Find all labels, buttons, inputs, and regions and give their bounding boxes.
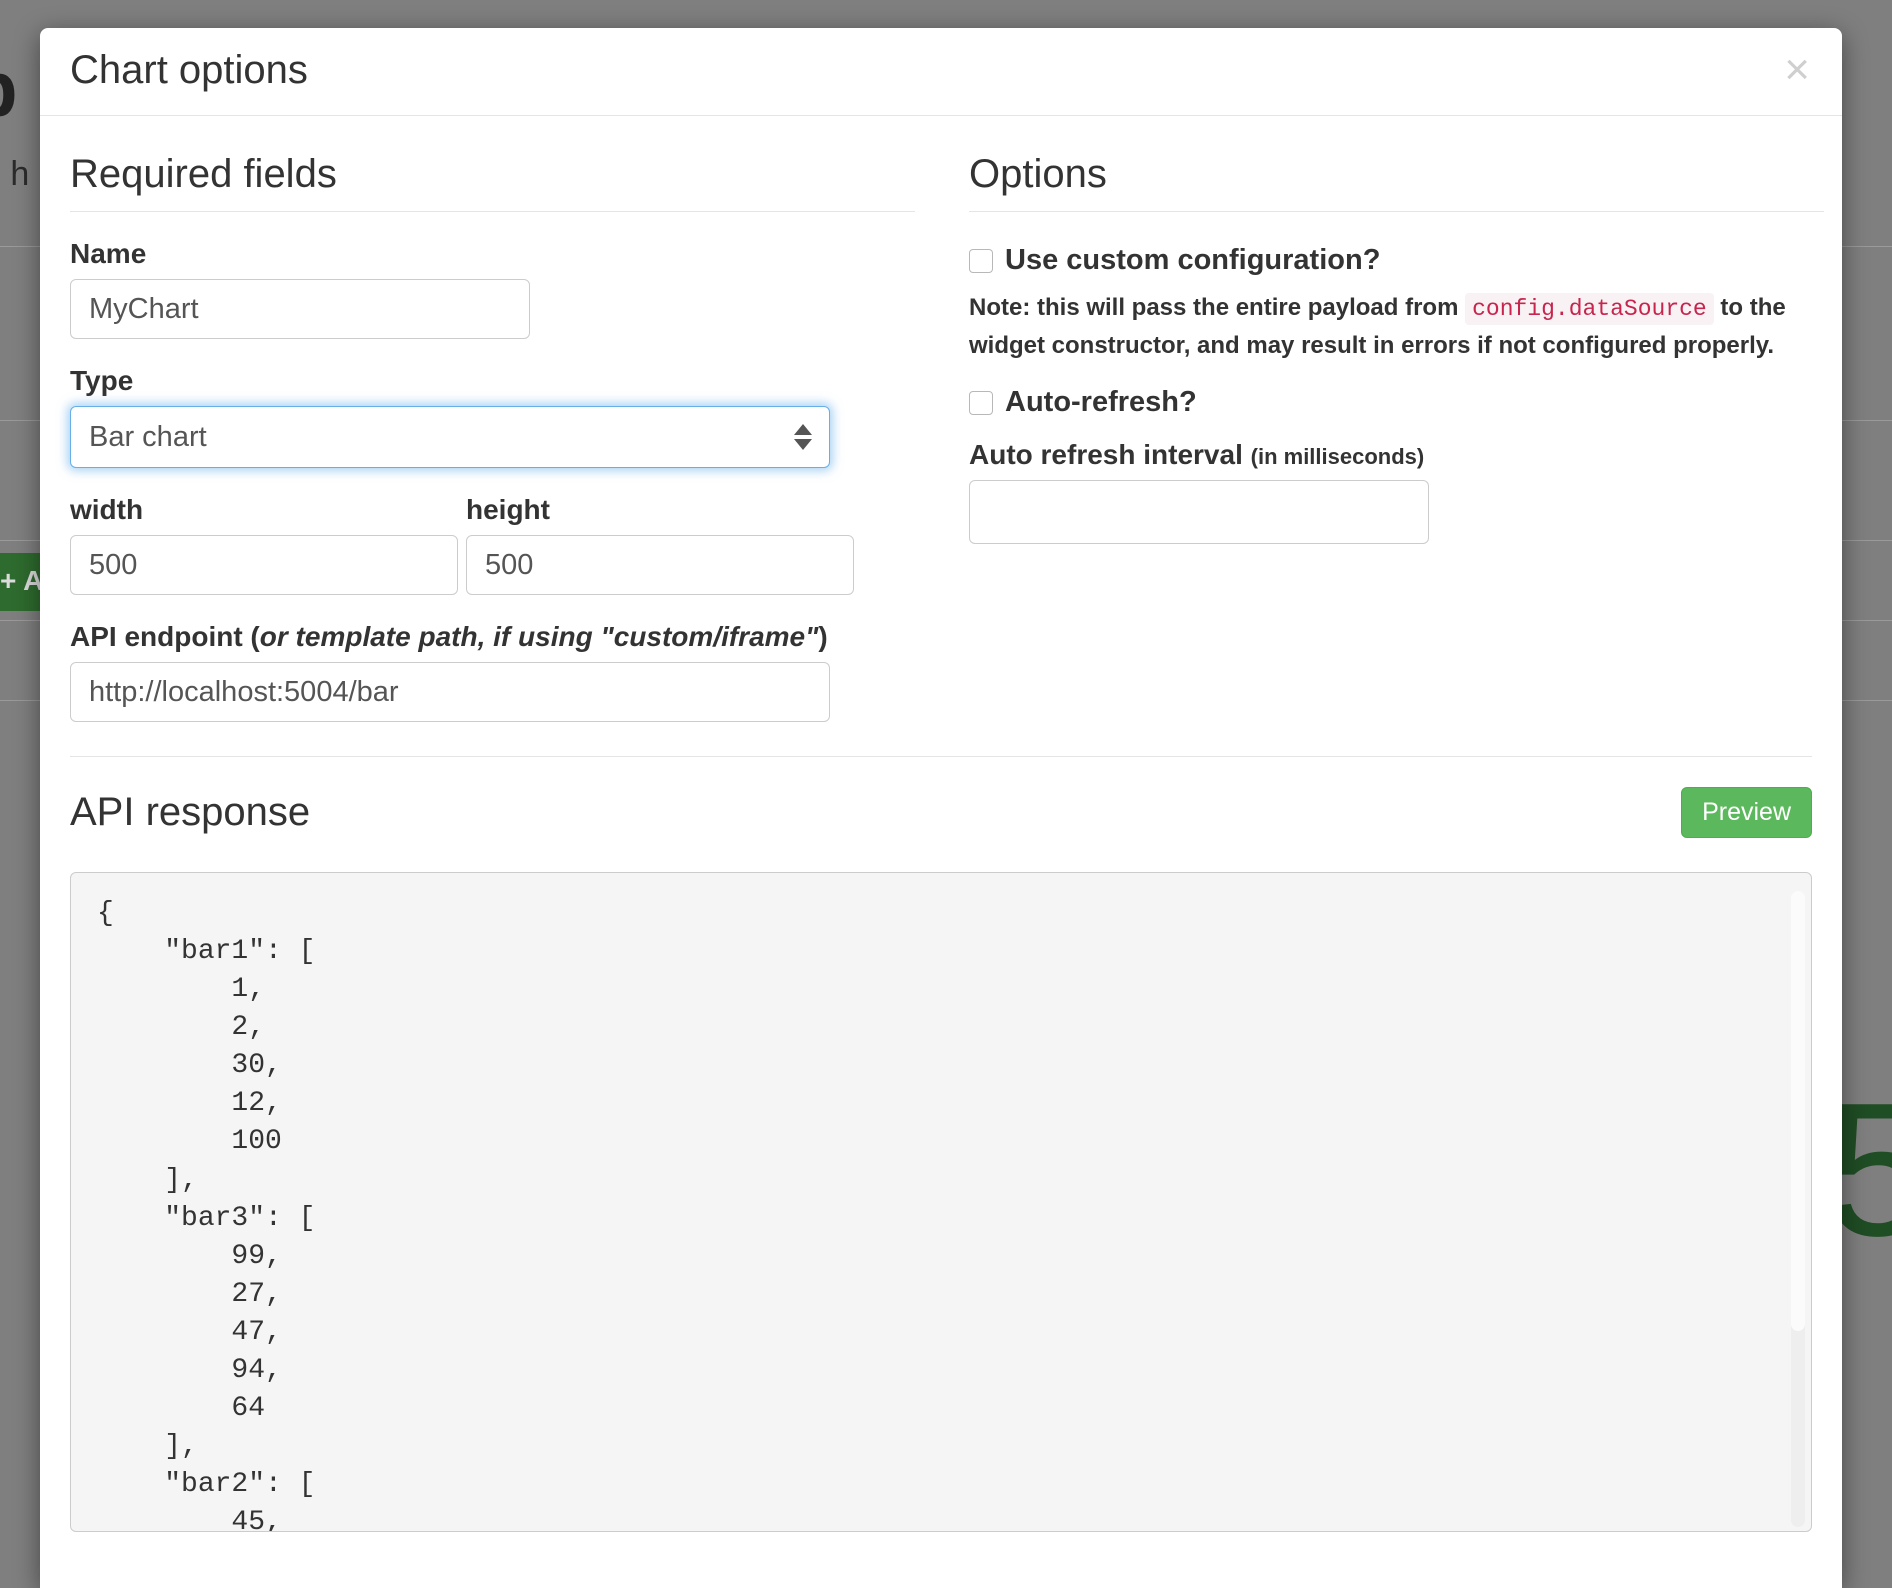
options-heading: Options xyxy=(969,152,1824,212)
width-label: width xyxy=(70,494,458,526)
size-fields-row: width height xyxy=(70,494,915,595)
width-input[interactable] xyxy=(70,535,458,595)
auto-refresh-group: Auto-refresh? xyxy=(969,382,1824,423)
height-input[interactable] xyxy=(466,535,854,595)
api-endpoint-label-italic: or template path, if using "custom/ifram… xyxy=(260,621,819,652)
preview-button[interactable]: Preview xyxy=(1681,787,1812,838)
auto-refresh-interval-label: Auto refresh interval (in milliseconds) xyxy=(969,439,1824,471)
auto-refresh-checkbox[interactable] xyxy=(969,391,993,415)
name-label: Name xyxy=(70,238,915,270)
auto-refresh-interval-label-main: Auto refresh interval xyxy=(969,439,1243,470)
auto-refresh-label: Auto-refresh? xyxy=(1005,382,1197,423)
backdrop-heading: p xyxy=(0,44,17,135)
height-label: height xyxy=(466,494,854,526)
config-datasource-code: config.dataSource xyxy=(1465,293,1714,325)
auto-refresh-interval-group: Auto refresh interval (in milliseconds) xyxy=(969,439,1824,544)
use-custom-config-group: Use custom configuration? xyxy=(969,240,1824,281)
type-select-wrapper: Bar chart xyxy=(70,406,830,468)
api-endpoint-field-group: API endpoint (or template path, if using… xyxy=(70,621,915,722)
required-fields-column: Required fields Name Type Bar chart xyxy=(70,138,915,722)
use-custom-config-note: Note: this will pass the entire payload … xyxy=(969,289,1824,365)
page-title: Chart options xyxy=(70,48,308,93)
backdrop-subtitle: e h xyxy=(0,155,29,194)
required-fields-heading: Required fields xyxy=(70,152,915,212)
auto-refresh-interval-input[interactable] xyxy=(969,480,1429,544)
type-select-value: Bar chart xyxy=(89,421,207,454)
api-response-code-block[interactable]: { "bar1": [ 1, 2, 30, 12, 100 ], "bar3":… xyxy=(70,872,1812,1532)
api-endpoint-input[interactable] xyxy=(70,662,830,722)
code-scrollbar[interactable] xyxy=(1791,891,1805,1527)
use-custom-config-label: Use custom configuration? xyxy=(1005,240,1380,281)
code-scrollbar-thumb[interactable] xyxy=(1791,891,1805,1331)
auto-refresh-interval-units: (in milliseconds) xyxy=(1251,444,1425,469)
type-label: Type xyxy=(70,365,915,397)
api-endpoint-label-end: ) xyxy=(818,621,827,652)
type-select[interactable]: Bar chart xyxy=(70,406,830,468)
modal-body: Required fields Name Type Bar chart xyxy=(40,116,1842,1532)
use-custom-config-checkbox[interactable] xyxy=(969,249,993,273)
name-field-group: Name xyxy=(70,238,915,339)
width-field-group: width xyxy=(70,494,458,595)
chart-options-modal: Chart options × Required fields Name Typ… xyxy=(40,28,1842,1588)
api-response-header: API response Preview xyxy=(70,756,1812,838)
note-text-part1: Note: this will pass the entire payload … xyxy=(969,294,1458,321)
api-response-heading: API response xyxy=(70,790,310,835)
api-response-json: { "bar1": [ 1, 2, 30, 12, 100 ], "bar3":… xyxy=(71,873,1811,1532)
name-input[interactable] xyxy=(70,279,530,339)
api-endpoint-label-main: API endpoint ( xyxy=(70,621,260,652)
modal-header: Chart options × xyxy=(40,28,1842,116)
options-column: Options Use custom configuration? Note: … xyxy=(969,138,1824,722)
form-columns: Required fields Name Type Bar chart xyxy=(70,138,1812,722)
type-field-group: Type Bar chart xyxy=(70,365,915,468)
close-icon[interactable]: × xyxy=(1774,42,1820,98)
height-field-group: height xyxy=(466,494,854,595)
api-endpoint-label: API endpoint (or template path, if using… xyxy=(70,621,915,653)
